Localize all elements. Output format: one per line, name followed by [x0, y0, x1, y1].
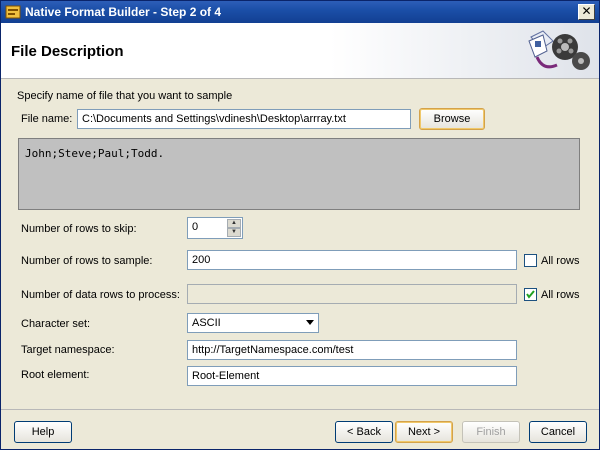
rows-sample-label: Number of rows to sample:: [21, 255, 153, 267]
next-button[interactable]: Next >: [395, 421, 453, 443]
spinner-down-icon[interactable]: ▼: [227, 228, 241, 237]
close-button[interactable]: ✕: [578, 4, 595, 20]
rows-skip-value: 0: [192, 221, 199, 233]
spinner-arrows[interactable]: ▲ ▼: [227, 219, 241, 237]
all-rows-sample-label: All rows: [541, 255, 580, 267]
wizard-body: Specify name of file that you want to sa…: [1, 80, 599, 408]
charset-select[interactable]: ASCII: [187, 313, 319, 333]
app-icon: [5, 5, 21, 19]
namespace-input[interactable]: http://TargetNamespace.com/test: [187, 340, 517, 360]
file-preview-area[interactable]: John;Steve;Paul;Todd.: [18, 138, 580, 210]
chevron-down-icon: [306, 320, 314, 325]
browse-button[interactable]: Browse: [419, 108, 485, 130]
help-button[interactable]: Help: [14, 421, 72, 443]
namespace-label: Target namespace:: [21, 344, 115, 356]
all-rows-process-checkbox[interactable]: [524, 288, 537, 301]
charset-label: Character set:: [21, 318, 91, 330]
close-icon: ✕: [581, 4, 592, 18]
file-name-label: File name:: [21, 113, 73, 125]
native-format-builder-logo: [528, 30, 590, 70]
root-element-label: Root element:: [21, 369, 90, 381]
back-button[interactable]: < Back: [335, 421, 393, 443]
data-rows-input[interactable]: [187, 284, 517, 304]
spinner-up-icon[interactable]: ▲: [227, 219, 241, 228]
all-rows-process-label: All rows: [541, 289, 580, 301]
wizard-header: File Description: [1, 23, 599, 79]
wizard-footer: Help < Back Next > Finish Cancel: [1, 409, 599, 449]
root-element-input[interactable]: Root-Element: [187, 366, 517, 386]
checkmark-icon: [526, 290, 535, 299]
rows-skip-spinner[interactable]: 0 ▲ ▼: [187, 217, 243, 239]
window-title: Native Format Builder - Step 2 of 4: [25, 5, 222, 19]
cancel-button[interactable]: Cancel: [529, 421, 587, 443]
all-rows-sample-checkbox[interactable]: [524, 254, 537, 267]
instructions-text: Specify name of file that you want to sa…: [17, 90, 233, 102]
rows-skip-label: Number of rows to skip:: [21, 223, 137, 235]
page-title: File Description: [11, 43, 124, 60]
rows-sample-input[interactable]: 200: [187, 250, 517, 270]
wizard-window: Native Format Builder - Step 2 of 4 ✕ Fi…: [0, 0, 600, 450]
file-name-input[interactable]: C:\Documents and Settings\vdinesh\Deskto…: [77, 109, 411, 129]
data-rows-label: Number of data rows to process:: [21, 289, 180, 301]
charset-value: ASCII: [192, 317, 221, 329]
title-bar[interactable]: Native Format Builder - Step 2 of 4 ✕: [1, 1, 599, 23]
finish-button[interactable]: Finish: [462, 421, 520, 443]
